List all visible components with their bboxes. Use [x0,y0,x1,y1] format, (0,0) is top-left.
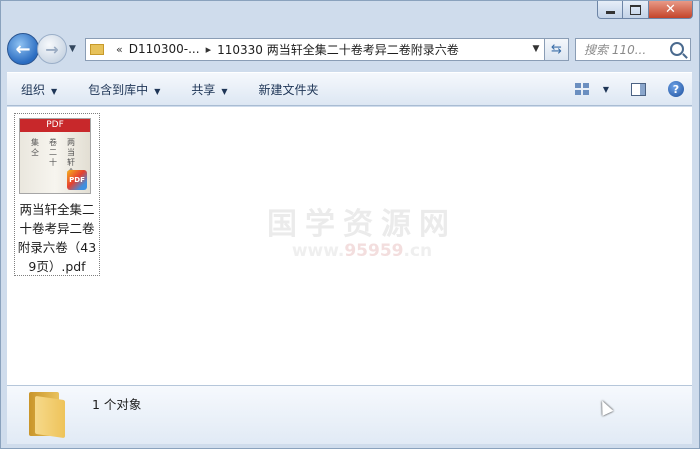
include-in-library-label: 包含到库中 [88,82,149,97]
back-arrow-icon: ← [15,38,31,60]
breadcrumb-item-current[interactable]: 110330 两当轩全集二十卷考异二卷附录六卷 [217,41,459,58]
address-bar[interactable]: « D110300-... ▸ 110330 两当轩全集二十卷考异二卷附录六卷 … [85,37,545,61]
maximize-icon [630,4,641,15]
minimize-button[interactable] [597,1,623,19]
chevron-down-icon: ▼ [69,44,76,54]
details-pane: 1 个对象 [7,385,692,444]
breadcrumb-item-parent[interactable]: D110300-... [129,42,200,56]
item-count: 1 个对象 [92,397,142,412]
close-button[interactable]: ✕ [649,1,693,19]
file-name: 两当轩全集二十卷考异二卷附录六卷（439页）.pdf [17,202,97,274]
watermark: 国学资源网 www.95959.cn [247,199,477,261]
preview-pane-icon[interactable] [631,82,646,96]
file-item[interactable]: PDF 两当轩全 卷二十 集仝 PDF 两当轩全集二十卷考异二卷附录六卷（439… [14,113,100,276]
minimize-icon [605,11,615,14]
folder-icon [29,392,67,439]
pdf-app-icon: PDF [67,170,87,190]
address-dropdown-button[interactable]: ▼ [528,44,544,54]
explorer-window: ✕ ← → ▼ « D110300-... ▸ 110330 两当轩全集二十卷考… [0,0,700,449]
chevron-down-icon: ▼ [51,86,58,96]
file-list[interactable]: PDF 两当轩全 卷二十 集仝 PDF 两当轩全集二十卷考异二卷附录六卷（439… [7,107,692,385]
watermark-url: www.95959.cn [291,241,433,261]
refresh-button[interactable]: ⇆ [545,37,569,61]
forward-arrow-icon: → [45,39,59,59]
organize-label: 组织 [21,82,46,97]
change-view-icon[interactable] [574,83,589,95]
recent-pages-button[interactable]: ▼ [69,44,81,54]
thumbnail-text: 集仝 [31,138,39,157]
breadcrumb-overflow[interactable]: « [116,43,123,56]
maximize-button[interactable] [623,1,649,19]
breadcrumb-separator-icon[interactable]: ▸ [206,43,212,56]
include-in-library-menu[interactable]: 包含到库中 ▼ [88,81,160,98]
watermark-title: 国学资源网 [267,207,457,242]
refresh-icon: ⇆ [551,41,562,57]
view-controls: ▼ ? [574,81,692,97]
share-label: 共享 [191,82,216,97]
search-placeholder: 搜索 110... [584,42,647,57]
folder-icon [90,43,104,55]
new-folder-button[interactable]: 新建文件夹 [259,81,319,98]
pdf-thumbnail: PDF 两当轩全 卷二十 集仝 PDF [19,118,91,194]
more-options-button[interactable]: ▼ [603,85,609,94]
search-icon[interactable] [670,42,684,56]
share-menu[interactable]: 共享 ▼ [191,81,227,98]
close-icon: ✕ [665,2,676,17]
forward-button[interactable]: → [37,34,67,64]
organize-menu[interactable]: 组织 ▼ [21,81,57,98]
thumbnail-header: PDF [20,119,90,132]
chevron-down-icon: ▼ [221,86,228,96]
help-icon[interactable]: ? [668,81,684,97]
command-bar: 组织 ▼ 包含到库中 ▼ 共享 ▼ 新建文件夹 ▼ ? [7,72,692,106]
caption-buttons: ✕ [597,1,693,21]
search-input[interactable]: 搜索 110... [575,37,691,61]
navigation-bar: ← → ▼ « D110300-... ▸ 110330 两当轩全集二十卷考异二… [7,31,691,67]
chevron-down-icon: ▼ [154,86,161,96]
mouse-cursor-icon [596,398,614,416]
back-button[interactable]: ← [7,33,39,65]
thumbnail-text: 卷二十 [49,138,57,167]
